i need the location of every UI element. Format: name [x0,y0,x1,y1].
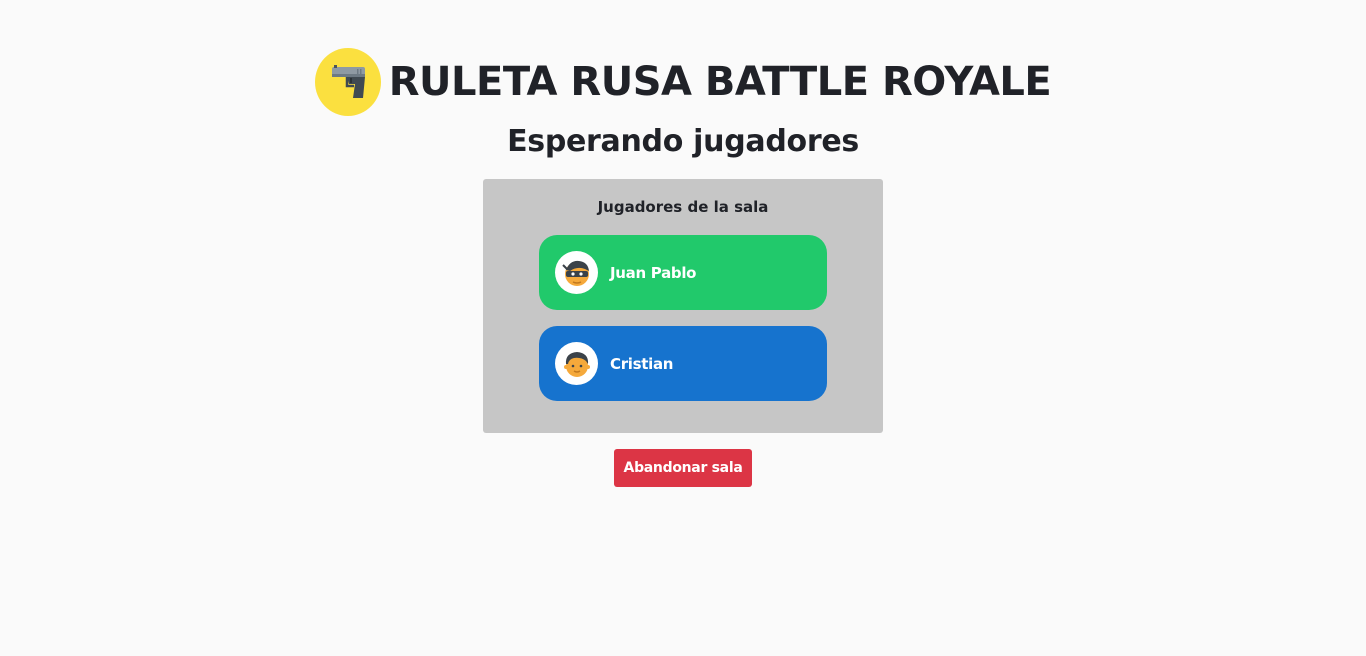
app-title: RULETA RUSA BATTLE ROYALE [388,59,1052,105]
pistol-icon [331,65,365,98]
player-name: Juan Pablo [610,263,697,282]
ninja-face-icon [561,260,589,286]
player-card[interactable]: Cristian [539,326,827,401]
boy-face-icon [563,351,590,377]
page-subtitle: Esperando jugadores [507,124,859,159]
avatar [555,342,598,385]
player-name: Cristian [610,354,674,373]
room-players-panel: Jugadores de la sala Juan Pablo Cristian [483,179,883,433]
page: RULETA RUSA BATTLE ROYALE Esperando juga… [0,0,1366,656]
player-card[interactable]: Juan Pablo [539,235,827,310]
leave-room-button[interactable]: Abandonar sala [614,449,752,487]
logo [314,48,381,116]
avatar [555,251,598,294]
room-title: Jugadores de la sala [597,198,769,216]
header: RULETA RUSA BATTLE ROYALE [0,47,1366,117]
